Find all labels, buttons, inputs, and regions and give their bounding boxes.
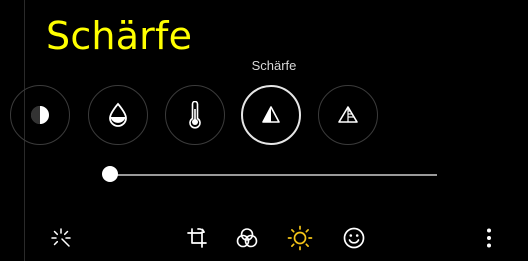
more-options-icon	[487, 228, 491, 248]
sharpness-icon	[262, 106, 280, 123]
tool-sharpness-button[interactable]	[241, 85, 301, 145]
tool-caption: Schärfe	[251, 58, 297, 73]
photo-editor-adjust-panel: Schärfe Schärfe	[0, 0, 528, 261]
tool-saturation-button[interactable]	[88, 85, 148, 145]
auto-enhance-button[interactable]	[48, 225, 74, 251]
adjust-brightness-button[interactable]	[287, 225, 313, 251]
tool-temperature-button[interactable]	[165, 85, 225, 145]
temperature-icon	[189, 101, 201, 129]
tool-contrast-button[interactable]	[10, 85, 70, 145]
more-options-button[interactable]	[476, 225, 502, 251]
saturation-icon	[109, 102, 127, 127]
contrast-icon	[31, 106, 49, 124]
stickers-button[interactable]	[341, 225, 367, 251]
filters-icon	[236, 228, 258, 248]
crop-rotate-icon	[187, 228, 207, 248]
filters-button[interactable]	[234, 225, 260, 251]
stickers-icon	[343, 227, 365, 249]
sharpness-slider-handle[interactable]	[102, 166, 118, 182]
tool-definition-button[interactable]	[318, 85, 378, 145]
auto-enhance-icon	[51, 228, 71, 247]
page-title: Schärfe	[46, 14, 193, 58]
crop-rotate-button[interactable]	[184, 225, 210, 251]
sharpness-slider-track[interactable]	[110, 174, 437, 176]
definition-icon	[338, 106, 358, 123]
adjust-brightness-icon	[287, 225, 313, 251]
